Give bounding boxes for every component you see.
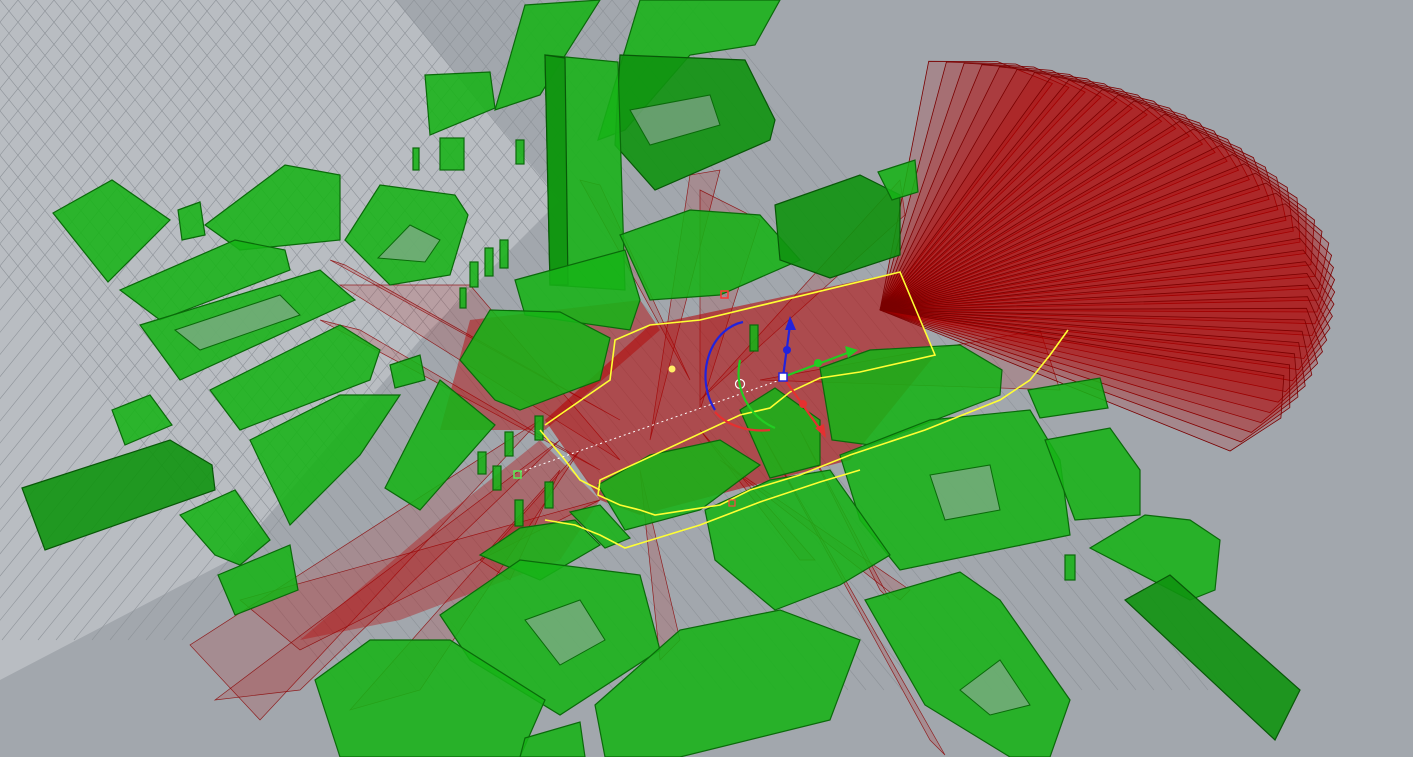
building-block[interactable]	[514, 499, 524, 527]
building-block[interactable]	[619, 209, 801, 301]
building-block[interactable]	[864, 571, 1071, 757]
building-block[interactable]	[1123, 574, 1301, 741]
point-marker[interactable]	[668, 365, 676, 373]
building-block[interactable]	[749, 324, 759, 352]
tower-side	[544, 54, 569, 286]
z-scale-handle[interactable]	[783, 346, 791, 354]
building-block[interactable]	[1064, 554, 1076, 581]
building-block[interactable]	[459, 287, 467, 309]
building-block[interactable]	[469, 261, 479, 288]
building-block[interactable]	[439, 137, 465, 171]
gumball-pivot[interactable]	[778, 372, 788, 382]
building-block[interactable]	[477, 451, 487, 475]
building-block[interactable]	[515, 139, 525, 165]
building-block[interactable]	[544, 481, 554, 509]
building-block[interactable]	[504, 431, 514, 457]
building-block[interactable]	[774, 174, 901, 279]
x-scale-handle[interactable]	[799, 400, 807, 408]
building-block[interactable]	[492, 465, 502, 491]
y-scale-handle[interactable]	[814, 359, 822, 367]
perspective-viewport[interactable]	[0, 0, 1413, 757]
3d-scene-canvas[interactable]	[0, 0, 1413, 757]
building-block[interactable]	[499, 239, 509, 269]
building-block[interactable]	[534, 415, 544, 441]
building-block[interactable]	[484, 247, 494, 277]
building-block[interactable]	[412, 147, 420, 171]
